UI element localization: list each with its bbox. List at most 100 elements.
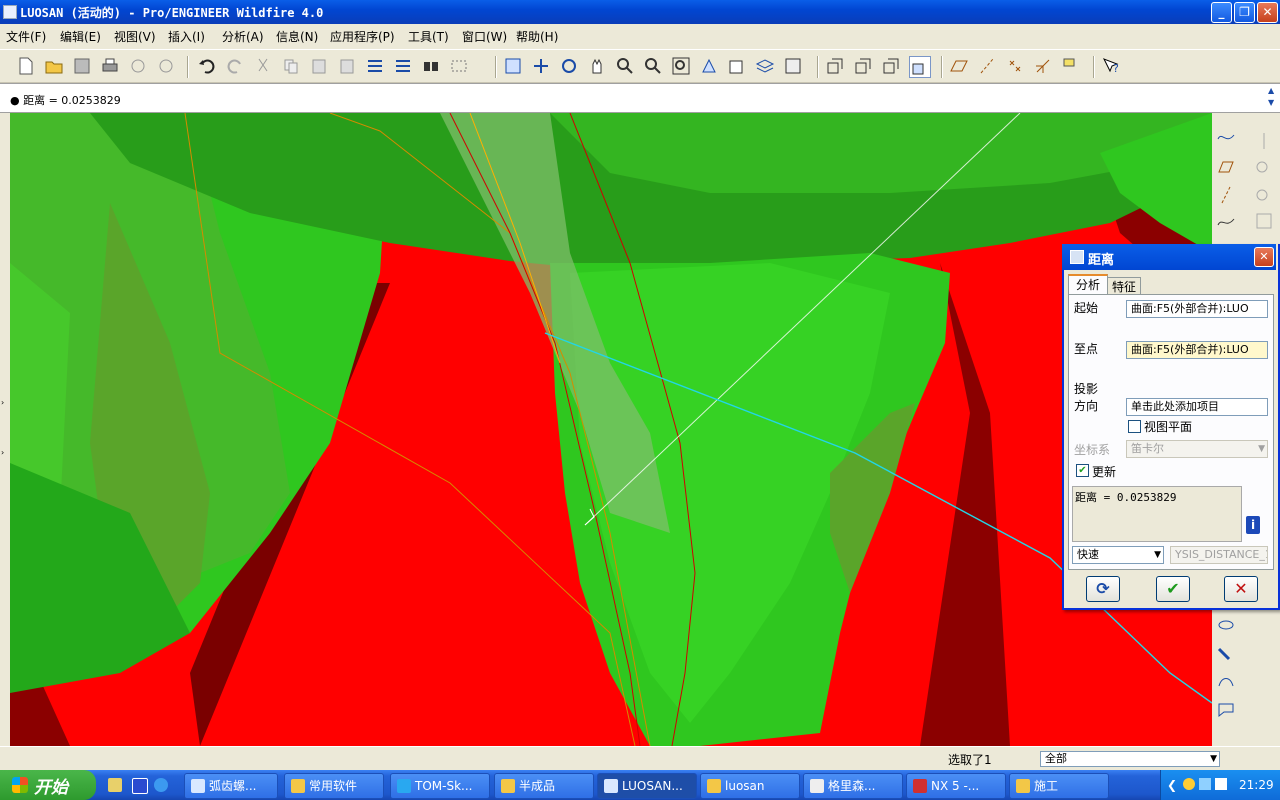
- copy-icon[interactable]: [281, 56, 301, 76]
- menu-analysis[interactable]: 分析(A): [222, 28, 264, 45]
- end-label: 至点: [1074, 342, 1099, 356]
- taskbar: 开始 弧齿螺... 常用软件 TOM-Sk... 半成品 LUOSAN... l…: [0, 770, 1280, 800]
- menu-tools[interactable]: 工具(T): [408, 28, 449, 45]
- redo-icon[interactable]: [225, 56, 245, 76]
- menu-file[interactable]: 文件(F): [6, 28, 46, 45]
- tray-icon[interactable]: [1199, 778, 1211, 790]
- layers-icon[interactable]: [755, 56, 775, 76]
- tray-icon[interactable]: [1215, 778, 1227, 790]
- annotations-icon[interactable]: [1061, 56, 1081, 76]
- selection-box-icon[interactable]: [449, 56, 469, 76]
- task-item[interactable]: 格里森...: [803, 773, 903, 799]
- quicklaunch-icon[interactable]: [154, 778, 168, 792]
- print-icon[interactable]: [100, 56, 120, 76]
- open-folder-icon[interactable]: [44, 56, 64, 76]
- update-checkbox[interactable]: ✔: [1076, 464, 1089, 477]
- view-manager-icon[interactable]: [783, 56, 803, 76]
- cut-icon[interactable]: [253, 56, 273, 76]
- task-item[interactable]: 施工: [1009, 773, 1109, 799]
- end-field[interactable]: 曲面:F5(外部合并):LUO: [1126, 341, 1268, 359]
- saved-views-icon[interactable]: [727, 56, 747, 76]
- no-hidden-icon[interactable]: [881, 56, 901, 76]
- windows-logo-icon: [12, 777, 28, 793]
- pattern-tool-icon[interactable]: [1254, 211, 1274, 231]
- chevron-down-icon: ▼: [1154, 550, 1161, 560]
- tray-icon[interactable]: [1183, 778, 1195, 790]
- shading-icon[interactable]: [909, 56, 931, 78]
- info-icon[interactable]: i: [1246, 516, 1260, 534]
- curve-tool-icon[interactable]: [1216, 211, 1236, 231]
- pan-hand-icon[interactable]: [587, 56, 607, 76]
- menu-applications[interactable]: 应用程序(P): [330, 28, 395, 45]
- refit-icon[interactable]: [671, 56, 691, 76]
- merge-tool-icon[interactable]: [1254, 157, 1274, 177]
- minimize-button[interactable]: _: [1211, 2, 1232, 23]
- task-item[interactable]: TOM-Sk...: [390, 773, 490, 799]
- new-file-icon[interactable]: [16, 56, 36, 76]
- wireframe-icon[interactable]: [825, 56, 845, 76]
- task-item[interactable]: luosan: [700, 773, 800, 799]
- trim-tool-icon[interactable]: [1254, 185, 1274, 205]
- menu-window[interactable]: 窗口(W): [462, 28, 507, 45]
- dialog-close-button[interactable]: ✕: [1254, 247, 1274, 267]
- repaint-icon[interactable]: [503, 56, 523, 76]
- quicklaunch-icon[interactable]: [108, 778, 122, 792]
- plane-tool-icon[interactable]: [1216, 157, 1236, 177]
- view-plane-checkbox[interactable]: [1128, 420, 1141, 433]
- start-button[interactable]: 开始: [0, 770, 96, 800]
- send-icon[interactable]: [128, 56, 148, 76]
- repeat-button[interactable]: ⟳: [1086, 576, 1120, 602]
- ok-button[interactable]: ✔: [1156, 576, 1190, 602]
- regenerate-icon[interactable]: [365, 56, 385, 76]
- axis-tool-icon[interactable]: [1216, 185, 1236, 205]
- projection-field[interactable]: 单击此处添加项目: [1126, 398, 1268, 416]
- quicklaunch-icon[interactable]: [132, 778, 148, 794]
- save-icon[interactable]: [72, 56, 92, 76]
- datum-points-icon[interactable]: [1005, 56, 1025, 76]
- datum-planes-icon[interactable]: [949, 56, 969, 76]
- projection-label: 投影: [1074, 382, 1099, 396]
- maximize-button[interactable]: ❐: [1234, 2, 1255, 23]
- menu-help[interactable]: 帮助(H): [516, 28, 558, 45]
- menu-view[interactable]: 视图(V): [114, 28, 156, 45]
- message-scroll[interactable]: ▲ ▼: [1268, 85, 1278, 109]
- revolve-tool-icon[interactable]: [1216, 615, 1236, 635]
- menu-insert[interactable]: 插入(I): [168, 28, 205, 45]
- style-tool-icon[interactable]: [1216, 699, 1236, 719]
- regen-manager-icon[interactable]: [393, 56, 413, 76]
- cancel-button[interactable]: ✕: [1224, 576, 1258, 602]
- task-item[interactable]: NX 5 -...: [906, 773, 1006, 799]
- find-icon[interactable]: [421, 56, 441, 76]
- tray-expand-icon[interactable]: ❮: [1167, 778, 1177, 792]
- tab-analysis[interactable]: 分析: [1068, 274, 1108, 296]
- hidden-line-icon[interactable]: [853, 56, 873, 76]
- context-help-icon[interactable]: ?: [1101, 56, 1121, 76]
- graphics-viewport[interactable]: [10, 113, 1212, 746]
- start-field[interactable]: 曲面:F5(外部合并):LUO: [1126, 300, 1268, 318]
- boundary-blend-icon[interactable]: [1216, 671, 1236, 691]
- coordinate-systems-icon[interactable]: [1033, 56, 1053, 76]
- spin-center-icon[interactable]: [531, 56, 551, 76]
- model-surfaces[interactable]: [10, 113, 1212, 746]
- mode-select[interactable]: 快速 ▼: [1072, 546, 1164, 564]
- paste-special-icon[interactable]: [337, 56, 357, 76]
- reorient-icon[interactable]: [699, 56, 719, 76]
- orient-mode-icon[interactable]: [559, 56, 579, 76]
- sweep-tool-icon[interactable]: [1216, 643, 1236, 663]
- selection-filter[interactable]: 全部 ▼: [1040, 751, 1220, 767]
- task-item[interactable]: 常用软件: [284, 773, 384, 799]
- datum-axes-icon[interactable]: [977, 56, 997, 76]
- paste-icon[interactable]: [309, 56, 329, 76]
- zoom-in-icon[interactable]: [615, 56, 635, 76]
- task-item[interactable]: 弧齿螺...: [184, 773, 278, 799]
- undo-icon[interactable]: [197, 56, 217, 76]
- menu-info[interactable]: 信息(N): [276, 28, 318, 45]
- mirror-tool-icon[interactable]: [1254, 131, 1274, 151]
- task-item[interactable]: 半成品: [494, 773, 594, 799]
- task-item[interactable]: LUOSAN...: [597, 773, 697, 799]
- zoom-out-icon[interactable]: [643, 56, 663, 76]
- sketch-tool-icon[interactable]: [1216, 127, 1236, 147]
- close-button[interactable]: ✕: [1257, 2, 1278, 23]
- menu-edit[interactable]: 编辑(E): [60, 28, 101, 45]
- mail-icon[interactable]: [156, 56, 176, 76]
